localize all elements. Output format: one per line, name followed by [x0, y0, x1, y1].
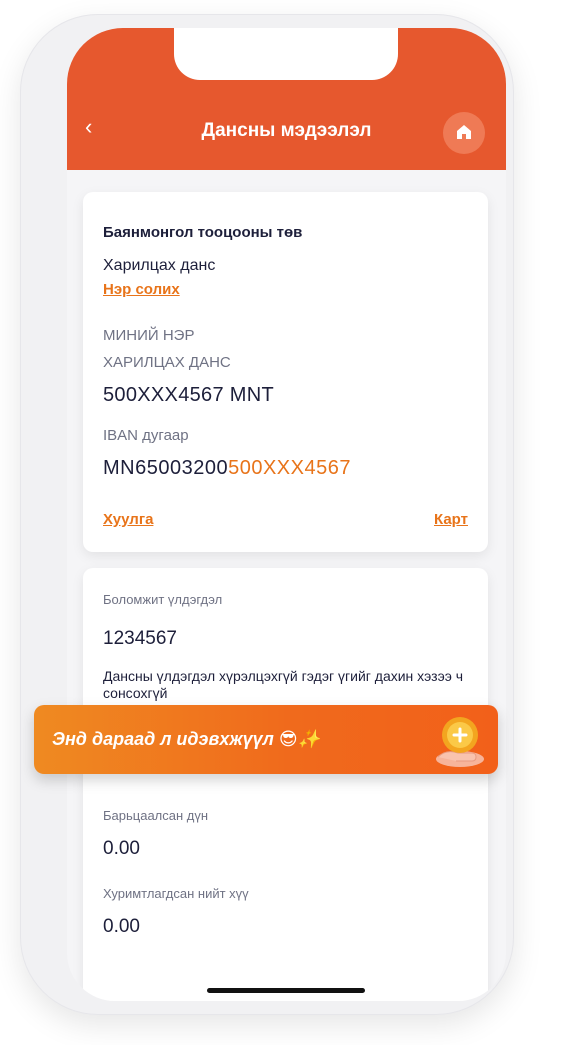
iban-label: IBAN дугаар: [103, 427, 189, 444]
iban-prefix: MN65003200: [103, 457, 229, 479]
app-header: ‹ Дансны мэдээлэл: [67, 28, 506, 170]
home-indicator: [207, 988, 365, 993]
account-card: Баянмонгол тооцооны төв Харилцах данс Нэ…: [83, 192, 488, 552]
app-screen: ‹ Дансны мэдээлэл Баянмонгол тооцооны тө…: [67, 28, 506, 1001]
iban-suffix: 500XXX4567: [228, 457, 351, 479]
pledged-amount-value: 0.00: [103, 838, 140, 859]
owner-name: МИНИЙ НЭР: [103, 327, 195, 344]
available-balance-label: Боломжит үлдэгдэл: [103, 592, 223, 607]
iban-number: MN65003200500XXX4567: [103, 457, 351, 480]
phone-notch: [174, 28, 398, 80]
account-type: Харилцах данс: [103, 257, 216, 274]
bank-name: Баянмонгол тооцооны төв: [103, 224, 303, 241]
coin-hand-icon: [436, 717, 484, 767]
phone-frame: ‹ Дансны мэдээлэл Баянмонгол тооцооны тө…: [20, 14, 514, 1015]
home-icon: [457, 125, 471, 139]
account-label: ХАРИЛЦАХ ДАНС: [103, 354, 231, 371]
banner-text: Энд дараад л идэвхжүүл 😎✨: [52, 729, 321, 749]
balance-card: Боломжит үлдэгдэл 1234567 Дансны үлдэгдэ…: [83, 568, 488, 1001]
accrued-interest-value: 0.00: [103, 916, 140, 937]
pledged-amount-label: Барьцаалсан дүн: [103, 808, 209, 823]
home-button[interactable]: [443, 112, 485, 154]
card-link[interactable]: Карт: [434, 511, 468, 528]
account-number: 500XXX4567 MNT: [103, 384, 274, 406]
accrued-interest-label: Хуримтлагдсан нийт хүү: [103, 886, 249, 901]
balance-note: Дансны үлдэгдэл хүрэлцэхгүй гэдэг үгийг …: [103, 668, 464, 701]
activate-banner[interactable]: Энд дараад л идэвхжүүл 😎✨: [34, 705, 498, 774]
statement-link[interactable]: Хуулга: [103, 511, 153, 528]
rename-link[interactable]: Нэр солих: [103, 281, 180, 298]
page-title: Дансны мэдээлэл: [201, 120, 372, 141]
available-balance-value: 1234567: [103, 628, 177, 649]
